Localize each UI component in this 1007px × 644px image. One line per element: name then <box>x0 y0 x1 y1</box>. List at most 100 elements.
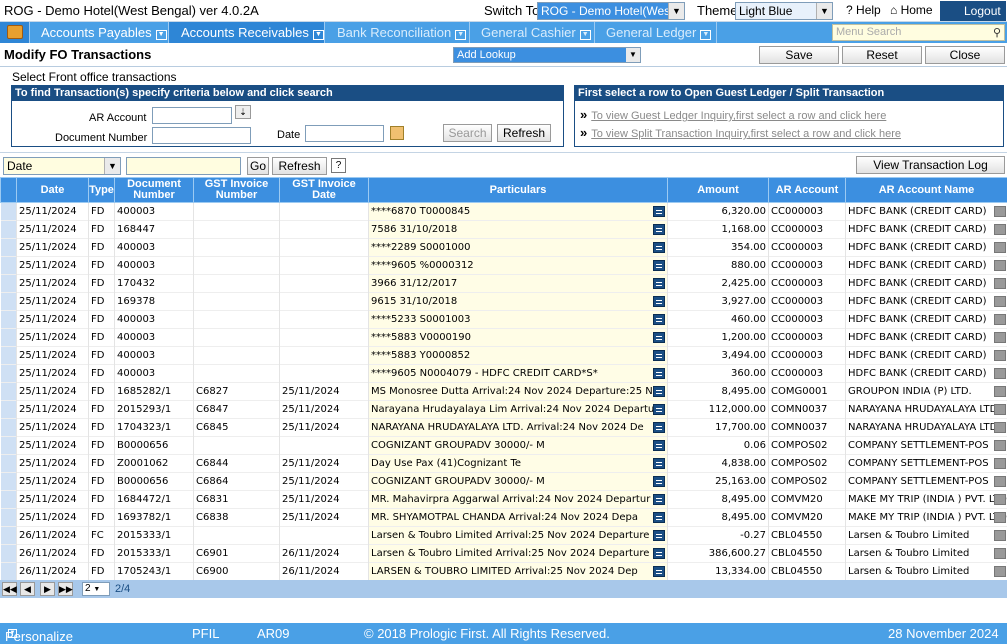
logout-button[interactable]: Logout <box>940 1 1006 21</box>
menu-general-ledger[interactable]: General Ledger ▼ <box>595 22 717 43</box>
row-selector[interactable] <box>0 544 17 563</box>
table-row[interactable]: 25/11/2024 FD 1685282/1 C6827 25/11/2024 MS M… <box>0 382 1007 401</box>
row-selector[interactable] <box>0 310 17 329</box>
table-row[interactable]: 25/11/2024 FD 170432 3966 31/12/2017 2,425.0… <box>0 274 1007 293</box>
ar-account-lookup-icon[interactable]: ⇣ <box>235 105 251 119</box>
close-button[interactable]: Close <box>925 46 1005 64</box>
menu-general-cashier[interactable]: General Cashier ▼ <box>470 22 595 43</box>
table-row[interactable]: 25/11/2024 FD 400003 ****5883 Y0000852 3,494… <box>0 346 1007 365</box>
details-icon[interactable] <box>653 242 665 253</box>
add-icon[interactable] <box>993 422 1006 433</box>
details-icon[interactable] <box>653 566 665 577</box>
details-icon[interactable] <box>653 548 665 559</box>
details-icon[interactable] <box>653 224 665 235</box>
details-icon[interactable] <box>653 458 665 469</box>
column-header[interactable]: AR Account <box>768 177 846 203</box>
details-icon[interactable] <box>653 296 665 307</box>
table-row[interactable]: 25/11/2024 FD 169378 9615 31/10/2018 3,927.0… <box>0 292 1007 311</box>
details-icon[interactable] <box>653 206 665 217</box>
table-row[interactable]: 25/11/2024 FD 400003 ****6870 T0000845 6,320… <box>0 202 1007 221</box>
table-row[interactable]: 25/11/2024 FD Z0001062 C6844 25/11/2024 Day U… <box>0 454 1007 473</box>
table-row[interactable]: 26/11/2024 FC 2015333/1 Larsen & Toubro Lim… <box>0 526 1007 545</box>
details-icon[interactable] <box>653 332 665 343</box>
page-select[interactable]: 2 ▼ <box>82 582 110 596</box>
menu-accounts-receivables[interactable]: Accounts Receivables ▼ <box>169 22 325 43</box>
column-header[interactable]: Document Number <box>114 177 194 203</box>
details-icon[interactable] <box>653 278 665 289</box>
details-icon[interactable] <box>653 422 665 433</box>
row-selector[interactable] <box>0 400 17 419</box>
add-icon[interactable] <box>993 260 1006 271</box>
document-number-input[interactable] <box>152 127 251 144</box>
last-page-icon[interactable]: ▶▶ <box>58 582 73 596</box>
table-row[interactable]: 25/11/2024 FD 400003 ****9605 %0000312 880.0… <box>0 256 1007 275</box>
table-row[interactable]: 25/11/2024 FD 400003 ****2289 S0001000 354.0… <box>0 238 1007 257</box>
table-row[interactable]: 25/11/2024 FD 400003 ****9605 N0004079 - HD… <box>0 364 1007 383</box>
table-row[interactable]: 25/11/2024 FD 1693782/1 C6838 25/11/2024 MR. … <box>0 508 1007 527</box>
row-selector[interactable] <box>0 346 17 365</box>
add-icon[interactable] <box>993 242 1006 253</box>
add-icon[interactable] <box>993 332 1006 343</box>
date-input[interactable] <box>305 125 384 142</box>
add-icon[interactable] <box>993 296 1006 307</box>
add-icon[interactable] <box>993 278 1006 289</box>
details-icon[interactable] <box>653 260 665 271</box>
details-icon[interactable] <box>653 440 665 451</box>
table-row[interactable]: 26/11/2024 FD 2015333/1 C6901 26/11/2024 Lars… <box>0 544 1007 563</box>
details-icon[interactable] <box>653 404 665 415</box>
criteria-refresh-button[interactable]: Refresh <box>497 124 551 142</box>
add-icon[interactable] <box>993 530 1006 541</box>
add-icon[interactable] <box>993 314 1006 325</box>
add-icon[interactable] <box>993 404 1006 415</box>
details-icon[interactable] <box>653 350 665 361</box>
table-row[interactable]: 25/11/2024 FD B0000656 COGNIZANT GROUPADV 3… <box>0 436 1007 455</box>
ar-account-input[interactable] <box>152 107 232 124</box>
details-icon[interactable] <box>653 530 665 541</box>
row-selector[interactable] <box>0 508 17 527</box>
column-header[interactable]: Type <box>88 177 115 203</box>
column-header[interactable]: Amount <box>667 177 769 203</box>
column-header[interactable]: Particulars <box>368 177 668 203</box>
details-icon[interactable] <box>653 368 665 379</box>
add-icon[interactable] <box>993 458 1006 469</box>
filter-help-icon[interactable]: ? <box>331 158 346 173</box>
help-link[interactable]: ? Help <box>846 3 881 17</box>
column-header[interactable]: Date <box>16 177 89 203</box>
row-selector[interactable] <box>0 292 17 311</box>
add-icon[interactable] <box>993 386 1006 397</box>
row-selector[interactable] <box>0 364 17 383</box>
add-lookup-select[interactable]: Add Lookup ▼ <box>453 47 641 63</box>
save-button[interactable]: Save <box>759 46 839 64</box>
menu-search-input[interactable]: Menu Search ⚲ <box>832 24 1005 41</box>
search-button[interactable]: Search <box>443 124 492 142</box>
table-row[interactable]: 25/11/2024 FD 400003 ****5883 V0000190 1,200… <box>0 328 1007 347</box>
next-page-icon[interactable]: ▶ <box>40 582 55 596</box>
row-selector[interactable] <box>0 562 17 580</box>
row-selector[interactable] <box>0 418 17 437</box>
home-menu-button[interactable] <box>0 22 30 43</box>
table-row[interactable]: 26/11/2024 FD 1705243/1 C6900 26/11/2024 LARS… <box>0 562 1007 580</box>
row-selector[interactable] <box>0 490 17 509</box>
filter-refresh-button[interactable]: Refresh <box>272 157 327 175</box>
theme-select[interactable]: Light Blue ▼ <box>735 2 833 20</box>
add-icon[interactable] <box>993 350 1006 361</box>
go-button[interactable]: Go <box>247 157 269 175</box>
split-transaction-link[interactable]: To view Split Transaction Inquiry,first … <box>591 128 901 140</box>
guest-ledger-link[interactable]: To view Guest Ledger Inquiry,first selec… <box>591 110 886 122</box>
details-icon[interactable] <box>653 314 665 325</box>
table-row[interactable]: 25/11/2024 FD 168447 7586 31/10/2018 1,168.0… <box>0 220 1007 239</box>
row-selector[interactable] <box>0 202 17 221</box>
previous-page-icon[interactable]: ◀ <box>20 582 35 596</box>
row-selector[interactable] <box>0 220 17 239</box>
column-header[interactable]: AR Account Name <box>845 177 1007 203</box>
menu-bank-reconciliation[interactable]: Bank Reconciliation ▼ <box>325 22 470 43</box>
row-selector[interactable] <box>0 472 17 491</box>
column-header[interactable]: GST Invoice Date <box>279 177 369 203</box>
add-icon[interactable] <box>993 206 1006 217</box>
row-selector[interactable] <box>0 382 17 401</box>
details-icon[interactable] <box>653 512 665 523</box>
column-header[interactable]: GST Invoice Number <box>193 177 280 203</box>
row-selector[interactable] <box>0 436 17 455</box>
row-selector[interactable] <box>0 328 17 347</box>
home-link[interactable]: ⌂ Home <box>890 3 933 17</box>
